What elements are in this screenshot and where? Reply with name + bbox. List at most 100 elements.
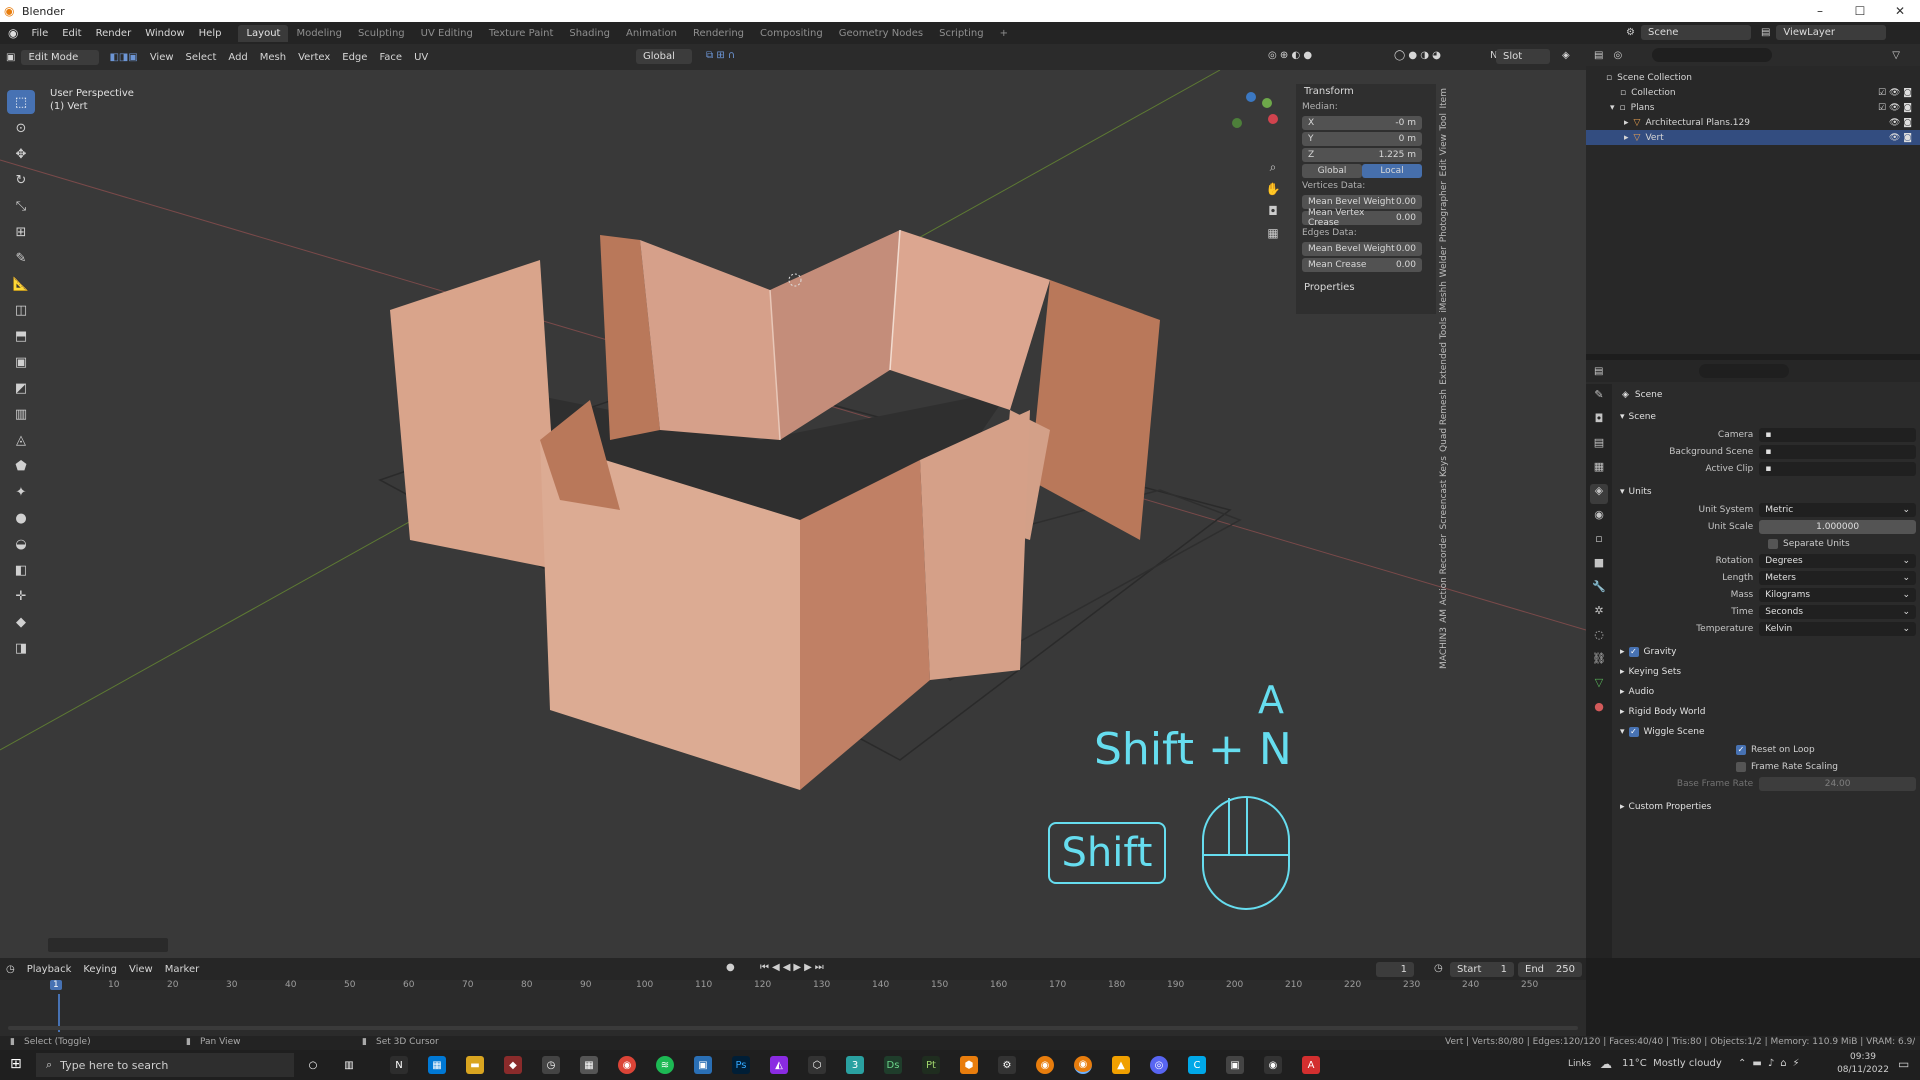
- physics-tab-icon[interactable]: ◌: [1590, 628, 1608, 648]
- timeline-editor-icon[interactable]: ◷: [0, 962, 21, 977]
- windows-store-icon[interactable]: ▦: [428, 1056, 446, 1074]
- mean-crease-field[interactable]: Mean Crease 0.00: [1302, 257, 1422, 272]
- mean-vertex-crease-field[interactable]: Mean Vertex Crease 0.00: [1302, 208, 1422, 228]
- clock-date[interactable]: 08/11/2022: [1834, 1065, 1892, 1075]
- photoshop-icon[interactable]: Ps: [732, 1056, 750, 1074]
- background-scene-field[interactable]: ▪: [1759, 444, 1916, 459]
- tab-edit[interactable]: Edit: [1439, 159, 1449, 176]
- cursor-tool[interactable]: ⊙: [7, 116, 35, 140]
- tab-action-recorder[interactable]: Action Recorder: [1439, 534, 1449, 605]
- edge-slide-tool[interactable]: ◒: [7, 532, 35, 556]
- visibility-icons[interactable]: 👁 ◙: [1889, 133, 1912, 143]
- viewlayer-selector[interactable]: ViewLayer: [1776, 25, 1887, 40]
- camera-icon[interactable]: ◘: [1264, 200, 1282, 222]
- median-z-field[interactable]: Z 1.225 m: [1302, 147, 1422, 162]
- frame-ruler[interactable]: 1 10 20 30 40 50 60 70 80 90 100 110 120…: [0, 980, 1586, 994]
- box-app-icon[interactable]: ⬢: [960, 1056, 978, 1074]
- inset-tool[interactable]: ▣: [7, 350, 35, 374]
- menu-edge[interactable]: Edge: [336, 50, 373, 65]
- overlay-icons[interactable]: ◎ ⊕ ◐ ●: [1262, 48, 1318, 63]
- tray-icons[interactable]: ⌃▬♪⌂⚡: [1738, 1058, 1806, 1069]
- move-tool[interactable]: ✥: [7, 142, 35, 166]
- tab-scripting[interactable]: Scripting: [931, 25, 991, 42]
- snap-icon[interactable]: ⧉ ⊞ ∩: [700, 48, 741, 63]
- menu-mesh[interactable]: Mesh: [254, 50, 292, 65]
- bevel-tool[interactable]: ◩: [7, 376, 35, 400]
- display-mode-icon[interactable]: ◎: [1613, 50, 1622, 61]
- playback-controls[interactable]: ⏮◀◀▶▶⏭: [760, 962, 827, 973]
- grid-icon[interactable]: ▦: [1264, 222, 1282, 244]
- constraints-tab-icon[interactable]: ⛓: [1590, 652, 1608, 672]
- measure-tool[interactable]: 📐: [7, 272, 35, 296]
- transform-header[interactable]: Transform: [1296, 84, 1436, 100]
- modifier-tab-icon[interactable]: 🔧: [1590, 580, 1608, 600]
- active-clip-field[interactable]: ▪: [1759, 461, 1916, 476]
- custom-properties-panel-header[interactable]: ▸ Custom Properties: [1616, 798, 1916, 816]
- scene-panel-header[interactable]: ▾ Scene: [1616, 408, 1916, 426]
- tab-shading[interactable]: Shading: [561, 25, 618, 42]
- outliner-row-collection[interactable]: ▫ Collection ☑ 👁 ◙: [1586, 85, 1920, 100]
- tab-tool[interactable]: Tool: [1439, 113, 1449, 130]
- tab-compositing[interactable]: Compositing: [752, 25, 831, 42]
- weather-text[interactable]: 11°C Mostly cloudy: [1622, 1058, 1722, 1069]
- menu-render[interactable]: Render: [89, 28, 139, 39]
- material-tab-icon[interactable]: ●: [1590, 700, 1608, 720]
- taskbar-search-input[interactable]: ⌕ Type here to search: [36, 1053, 294, 1077]
- file-explorer-icon[interactable]: ▬: [466, 1056, 484, 1074]
- maximize-button[interactable]: ☐: [1840, 0, 1880, 22]
- temperature-dropdown[interactable]: Kelvin ⌄: [1759, 621, 1916, 636]
- tab-geometry-nodes[interactable]: Geometry Nodes: [831, 25, 931, 42]
- units-panel-header[interactable]: ▾ Units: [1616, 483, 1916, 501]
- menu-uv[interactable]: UV: [408, 50, 434, 65]
- navigation-gizmo[interactable]: [1228, 90, 1278, 140]
- shrink-tool[interactable]: ◧: [7, 558, 35, 582]
- notion-icon[interactable]: N: [390, 1056, 408, 1074]
- outliner-editor-icon[interactable]: ▤: [1594, 50, 1603, 61]
- output-tab-icon[interactable]: ▤: [1590, 436, 1608, 456]
- obs-icon[interactable]: ◉: [1264, 1056, 1282, 1074]
- unit-system-dropdown[interactable]: Metric ⌄: [1759, 502, 1916, 517]
- add-cube-tool[interactable]: ◫: [7, 298, 35, 322]
- tab-animation[interactable]: Animation: [618, 25, 685, 42]
- select-box-tool[interactable]: ⬚: [7, 90, 35, 114]
- menu-vertex[interactable]: Vertex: [292, 50, 336, 65]
- filter-icon[interactable]: ▽: [1892, 50, 1900, 61]
- menu-playback[interactable]: Playback: [21, 962, 78, 977]
- blender-active-icon[interactable]: ◉: [1074, 1056, 1092, 1074]
- select-mode-icons[interactable]: ◧◨▣: [103, 50, 143, 65]
- tab-view[interactable]: View: [1439, 134, 1449, 155]
- gravity-checkbox[interactable]: ✓: [1628, 647, 1639, 657]
- app-icon-3[interactable]: 3: [846, 1056, 864, 1074]
- shading-icons[interactable]: ◯ ● ◑ ◕: [1388, 48, 1447, 63]
- app-icon-cube[interactable]: ⬡: [808, 1056, 826, 1074]
- spin-tool[interactable]: ✦: [7, 480, 35, 504]
- acrobat-icon[interactable]: A: [1302, 1056, 1320, 1074]
- menu-face[interactable]: Face: [373, 50, 408, 65]
- windows-start-icon[interactable]: ⊞: [10, 1056, 22, 1072]
- taskbar-links[interactable]: Links: [1568, 1059, 1591, 1069]
- clock-time[interactable]: 09:39: [1838, 1052, 1888, 1062]
- menu-edit[interactable]: Edit: [55, 28, 88, 39]
- properties-search-input[interactable]: [1699, 364, 1790, 378]
- orientation-selector[interactable]: Global: [636, 49, 692, 64]
- particles-tab-icon[interactable]: ✲: [1590, 604, 1608, 624]
- median-y-field[interactable]: Y0 m: [1302, 131, 1422, 146]
- minimize-button[interactable]: –: [1800, 0, 1840, 22]
- loop-cut-tool[interactable]: ▥: [7, 402, 35, 426]
- blender-menu-icon[interactable]: ◉: [8, 26, 18, 40]
- expand-icon[interactable]: ▾: [1610, 103, 1615, 113]
- rip-tool[interactable]: ◆: [7, 610, 35, 634]
- wiggle-scene-checkbox[interactable]: ✓: [1628, 727, 1639, 737]
- reset-on-loop-checkbox[interactable]: ✓: [1736, 744, 1746, 755]
- view-layer-tab-icon[interactable]: ▦: [1590, 460, 1608, 480]
- render-tab-icon[interactable]: ◘: [1590, 412, 1608, 432]
- app-icon-red[interactable]: ◆: [504, 1056, 522, 1074]
- editor-type-icon[interactable]: ▣: [0, 50, 21, 65]
- ds-icon[interactable]: Ds: [884, 1056, 902, 1074]
- visibility-icons[interactable]: ☑ 👁 ◙: [1878, 88, 1912, 98]
- pan-hand-icon[interactable]: ✋: [1264, 178, 1282, 200]
- annotate-tool[interactable]: ✎: [7, 246, 35, 270]
- time-dropdown[interactable]: Seconds ⌄: [1759, 604, 1916, 619]
- visibility-icons[interactable]: 👁 ◙: [1889, 118, 1912, 128]
- spotify-icon[interactable]: ≋: [656, 1056, 674, 1074]
